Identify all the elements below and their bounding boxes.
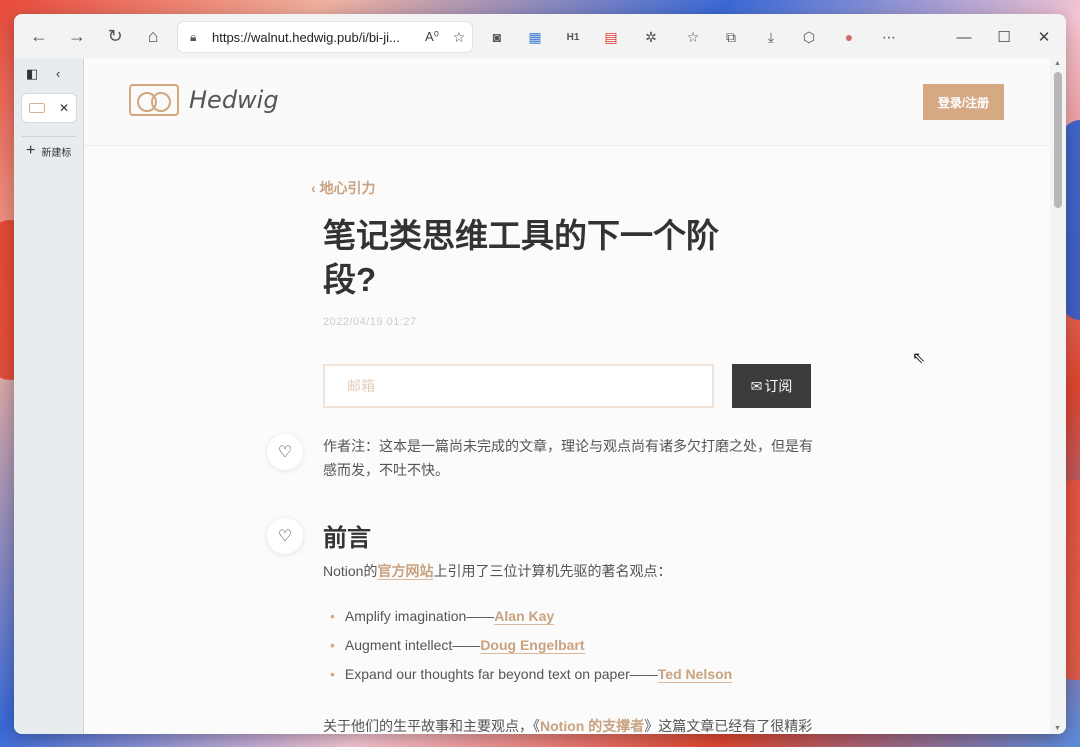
vertical-tabs-sidebar: ◧ ‹ ✕ + 新建标 [14, 58, 84, 734]
intro-paragraph: Notion的官方网站上引用了三位计算机先驱的著名观点： [323, 561, 671, 581]
active-tab[interactable]: ✕ [22, 94, 76, 122]
address-bar[interactable]: 🔒︎ https://walnut.hedwig.pub/i/bi-ji... … [178, 22, 472, 52]
site-header: Hedwig 登录/注册 [84, 58, 1050, 146]
mouse-cursor-icon: ⇖ [912, 350, 926, 367]
tab-actions-icon[interactable]: ◧ [26, 66, 38, 82]
extension-icon-1[interactable]: ◙ [484, 24, 510, 50]
person-link[interactable]: Doug Engelbart [480, 637, 585, 654]
subscribe-label: 订阅 [764, 378, 793, 394]
like-heart-icon[interactable]: ♡ [267, 434, 303, 470]
extension-icon-2[interactable]: ▦ [522, 24, 548, 50]
back-icon[interactable]: ← [20, 20, 58, 52]
email-input[interactable] [323, 364, 714, 408]
browser-essentials-icon[interactable]: ⬡ [796, 24, 822, 50]
read-aloud-icon[interactable]: A⁰ [418, 29, 446, 45]
web-page: Hedwig 登录/注册 ‹ 地心引力 笔记类思维工具的下一个阶段? 2022/… [84, 58, 1050, 734]
article-link[interactable]: Notion 的支撑者 [540, 718, 645, 734]
person-link[interactable]: Ted Nelson [657, 666, 733, 683]
favorites-icon[interactable]: ☆ [680, 24, 706, 50]
divider [22, 136, 76, 137]
close-tab-icon[interactable]: ✕ [59, 101, 69, 115]
browser-window: ← → ↻ ⌂ 🔒︎ https://walnut.hedwig.pub/i/b… [14, 14, 1066, 734]
list-item: Amplify imagination——Alan Kay [330, 607, 732, 626]
add-favorite-icon[interactable]: ☆ [446, 29, 472, 46]
login-register-button[interactable]: 登录/注册 [923, 84, 1004, 120]
refresh-icon[interactable]: ↻ [96, 20, 134, 52]
heading-extension-icon[interactable]: H1 [560, 24, 586, 50]
url-text: https://walnut.hedwig.pub/i/bi-ji... [212, 29, 400, 45]
collections-icon[interactable]: ⧉ [718, 24, 744, 50]
intro-suffix: 上引用了三位计算机先驱的著名观点： [433, 563, 672, 579]
official-site-link[interactable]: 官方网站 [377, 563, 434, 580]
intro-prefix: Notion的 [323, 563, 378, 579]
scroll-down-icon[interactable]: ▼ [1054, 725, 1061, 732]
article-header: ‹ 地心引力 笔记类思维工具的下一个阶段? 2022/04/19 01:27 [311, 178, 823, 328]
extensions-icon[interactable]: ✲ [638, 24, 664, 50]
browser-toolbar: ← → ↻ ⌂ 🔒︎ https://walnut.hedwig.pub/i/b… [14, 14, 1066, 58]
list-item-text: Expand our thoughts far beyond text on p… [344, 666, 658, 682]
new-tab-label: 新建标 [41, 147, 72, 159]
logo-text: Hedwig [189, 86, 279, 114]
page-scrollbar[interactable]: ▲ ▼ [1050, 58, 1066, 734]
extension-icon-4[interactable]: ▤ [598, 24, 624, 50]
breadcrumb-label: 地心引力 [319, 180, 376, 196]
author-note: 作者注：这本是一篇尚未完成的文章，理论与观点尚有诸多欠打磨之处，但是有感而发，不… [323, 438, 813, 478]
plus-icon: + [26, 142, 36, 159]
article-title: 笔记类思维工具的下一个阶段? [323, 217, 719, 298]
scroll-up-icon[interactable]: ▲ [1054, 60, 1061, 67]
like-heart-icon[interactable]: ♡ [267, 518, 303, 554]
list-item: Expand our thoughts far beyond text on p… [330, 665, 733, 684]
more-menu-icon[interactable]: ⋯ [876, 24, 902, 50]
new-tab-button[interactable]: + 新建标 [26, 142, 84, 160]
list-item-text: Augment intellect—— [344, 637, 481, 653]
chevron-left-icon: ‹ [311, 180, 320, 196]
close-window-icon[interactable]: ✕ [1024, 24, 1064, 50]
hedwig-logo-icon [129, 84, 179, 116]
section-heading: 前言 [323, 525, 371, 552]
maximize-icon[interactable]: ☐ [984, 24, 1024, 50]
publish-date: 2022/04/19 01:27 [323, 316, 417, 328]
minimize-icon[interactable]: — [944, 24, 984, 50]
download-icon[interactable]: ⤓ [758, 24, 784, 50]
subscribe-button[interactable]: ✉ 订阅 [732, 364, 811, 408]
mail-icon: ✉ [750, 377, 763, 394]
scroll-thumb[interactable] [1054, 72, 1062, 208]
collapse-sidebar-icon[interactable]: ‹ [56, 66, 60, 81]
hedwig-favicon-icon [28, 103, 45, 113]
list-item-text: Amplify imagination—— [344, 608, 495, 624]
list-item: Augment intellect——Doug Engelbart [330, 636, 732, 655]
p2-prefix: 关于他们的生平故事和主要观点，《 [323, 718, 540, 734]
forward-icon[interactable]: → [58, 20, 96, 52]
hedwig-logo[interactable]: Hedwig [129, 84, 279, 116]
subscribe-form: ✉ 订阅 [323, 364, 811, 408]
home-icon[interactable]: ⌂ [134, 20, 172, 52]
lock-icon: 🔒︎ [190, 29, 197, 44]
profile-avatar-icon[interactable]: ● [836, 24, 862, 50]
breadcrumb[interactable]: ‹ 地心引力 [311, 178, 823, 198]
person-link[interactable]: Alan Kay [494, 608, 555, 625]
body-paragraph: 关于他们的生平故事和主要观点，《Notion 的支撑者》这篇文章已经有了很精彩的… [323, 714, 823, 734]
quote-list: Amplify imagination——Alan Kay Augment in… [330, 607, 733, 694]
